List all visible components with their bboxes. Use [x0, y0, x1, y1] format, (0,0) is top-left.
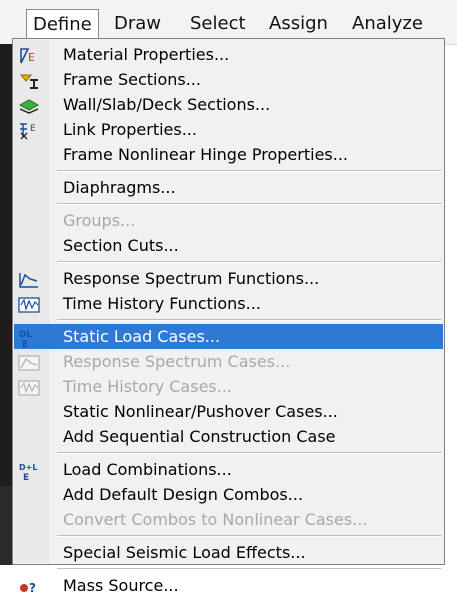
link-properties-icon: E: [18, 121, 40, 141]
menu-item-groups: Groups...: [63, 211, 136, 230]
menu-separator: [57, 319, 441, 321]
svg-text:E: E: [23, 473, 29, 481]
frame-sections-icon: [18, 71, 40, 91]
time-history-cases-icon: [18, 378, 40, 398]
menu-item-load-combinations[interactable]: D+L E Load Combinations...: [14, 457, 443, 482]
menu-separator: [57, 452, 441, 454]
menu-item-time-history-functions[interactable]: Time History Functions...: [14, 291, 443, 316]
wall-slab-deck-icon: [18, 96, 40, 116]
svg-text:DL: DL: [19, 330, 32, 340]
menu-draw[interactable]: Draw: [108, 9, 167, 39]
menu-select[interactable]: Select: [184, 9, 252, 39]
menu-separator: [57, 535, 441, 537]
menu-item-diaphragms[interactable]: Diaphragms...: [14, 175, 443, 200]
menu-item-static-nonlinear-pushover-cases[interactable]: Static Nonlinear/Pushover Cases...: [14, 399, 443, 424]
menu-separator: [57, 203, 441, 205]
svg-text:E: E: [28, 51, 35, 64]
menu-separator: [57, 568, 441, 570]
menu-item-link-properties[interactable]: E Link Properties...: [14, 117, 443, 142]
menu-assign[interactable]: Assign: [263, 9, 334, 39]
response-spectrum-function-icon: [18, 270, 40, 290]
static-load-cases-icon: DL E: [18, 328, 40, 348]
svg-text:?: ?: [29, 581, 36, 595]
menu-item-convert-combos-to-nonlinear-cases: Convert Combos to Nonlinear Cases...: [63, 510, 368, 529]
menu-item-wall-slab-deck-sections[interactable]: Wall/Slab/Deck Sections...: [14, 92, 443, 117]
svg-text:E: E: [22, 340, 28, 348]
menu-item-response-spectrum-functions[interactable]: Response Spectrum Functions...: [14, 266, 443, 291]
menu-item-section-cuts[interactable]: Section Cuts...: [14, 233, 443, 258]
menu-item-special-seismic-load-effects[interactable]: Special Seismic Load Effects...: [14, 540, 443, 565]
define-dropdown-menu: E Material Properties... Frame Sections.…: [12, 38, 445, 595]
mass-source-icon: ?: [18, 577, 40, 597]
menu-item-material-properties[interactable]: E Material Properties...: [14, 42, 443, 67]
menu-define[interactable]: Define: [26, 9, 99, 39]
menu-item-frame-sections[interactable]: Frame Sections...: [14, 67, 443, 92]
menu-item-mass-source[interactable]: ? Mass Source...: [14, 573, 443, 598]
time-history-function-icon: [18, 295, 40, 315]
menu-item-add-sequential-construction-case[interactable]: Add Sequential Construction Case: [14, 424, 443, 449]
menu-separator: [57, 170, 441, 172]
menu-analyze[interactable]: Analyze: [346, 9, 429, 39]
menu-item-static-load-cases[interactable]: DL E Static Load Cases...: [14, 324, 443, 349]
menu-item-frame-nonlinear-hinge-properties[interactable]: Frame Nonlinear Hinge Properties...: [14, 142, 443, 167]
svg-text:E: E: [30, 124, 36, 134]
material-properties-icon: E: [18, 46, 40, 66]
load-combinations-icon: D+L E: [18, 461, 40, 481]
response-spectrum-cases-icon: [18, 353, 40, 373]
svg-text:D+L: D+L: [19, 463, 37, 472]
menu-item-add-default-design-combos[interactable]: Add Default Design Combos...: [14, 482, 443, 507]
menu-item-time-history-cases: Time History Cases...: [14, 374, 443, 399]
menu-item-response-spectrum-cases: Response Spectrum Cases...: [14, 349, 443, 374]
menu-separator: [57, 261, 441, 263]
